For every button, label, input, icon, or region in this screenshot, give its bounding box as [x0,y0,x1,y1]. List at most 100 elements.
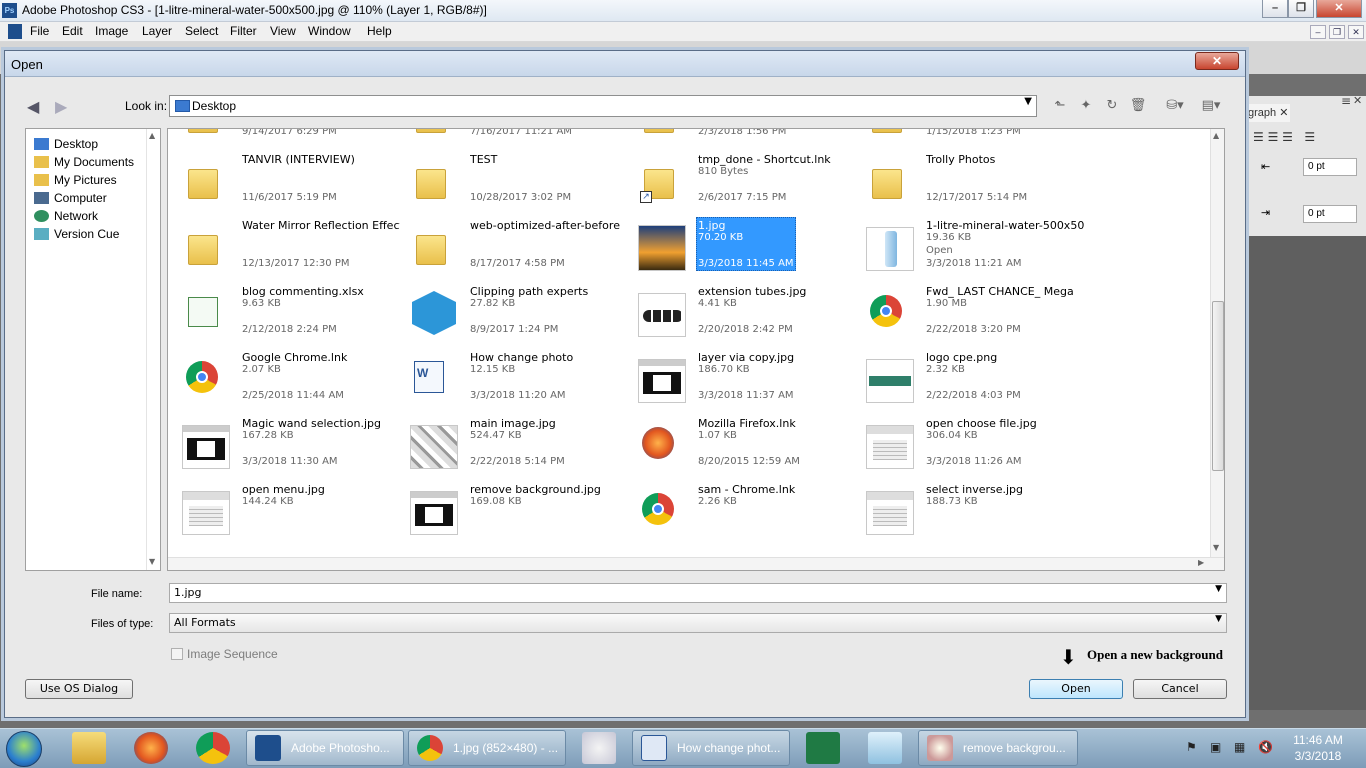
scroll-right-icon[interactable]: ▶ [1198,558,1204,567]
refresh-icon[interactable]: ↻ [1103,97,1121,115]
scroll-up-icon[interactable]: ▲ [149,131,155,140]
align-icons[interactable]: ☰ ☰ ☰ ☰ [1253,130,1315,144]
volume-muted-icon[interactable]: 🔇 [1258,740,1273,754]
menu-file[interactable]: File [30,24,49,38]
file-item[interactable]: Clipping path experts 27.82 KB 8/9/2017 1:… [402,283,630,349]
file-item[interactable]: TANVIR (INTERVIEW) 11/6/2017 5:19 PM [174,151,402,217]
horizontal-scrollbar[interactable]: ▶ [168,557,1224,570]
open-button[interactable]: Open [1029,679,1123,699]
places-sidebar: Desktop My Documents My Pictures Compute… [25,128,161,571]
places-scrollbar[interactable]: ▲ ▼ [146,129,160,570]
file-item[interactable]: Google Chrome.lnk 2.07 KB 2/25/2018 11:44 … [174,349,402,415]
forward-arrow-icon[interactable]: ▶ [55,97,67,116]
place-my-pictures[interactable]: My Pictures [34,171,117,189]
menu-select[interactable]: Select [185,24,218,38]
file-item[interactable]: Fwd_ LAST CHANCE_ Mega 1.90 MB 2/22/2018 3… [858,283,1086,349]
new-folder-icon[interactable]: ✦ [1077,97,1095,115]
explorer-icon[interactable] [72,732,106,764]
menu-window[interactable]: Window [308,24,351,38]
file-item[interactable]: 2/3/2018 1:56 PM [630,129,858,151]
panel-menu-icon[interactable]: ≡ [1341,94,1351,108]
scroll-down-icon[interactable]: ▼ [1213,543,1219,552]
minimize-button[interactable]: – [1262,0,1288,18]
flag-icon[interactable]: ⚑ [1186,740,1200,754]
menu-filter[interactable]: Filter [230,24,257,38]
file-item[interactable]: sam - Chrome.lnk 2.26 KB [630,481,858,547]
task-word-doc[interactable]: How change phot... [632,730,790,766]
file-item[interactable]: 9/14/2017 6:29 PM [174,129,402,151]
firefox-icon[interactable] [134,732,168,764]
close-window-button[interactable]: ✕ [1316,0,1362,18]
menu-layer[interactable]: Layer [142,24,172,38]
chevron-down-icon[interactable]: ▼ [1215,584,1222,594]
task-photoshop[interactable]: Adobe Photosho... [246,730,404,766]
menu-help[interactable]: Help [367,24,392,38]
clock-time[interactable]: 11:46 AM [1292,733,1344,747]
place-network[interactable]: Network [34,207,98,225]
chevron-down-icon[interactable]: ▼ [1215,614,1222,624]
file-item[interactable]: layer via copy.jpg 186.70 KB 3/3/2018 11:3… [630,349,858,415]
file-type-select[interactable]: All Formats ▼ [169,613,1227,633]
paint-tool-icon[interactable] [582,732,616,764]
scroll-down-icon[interactable]: ▼ [149,557,155,566]
file-item[interactable]: 7/16/2017 11:21 AM [402,129,630,151]
panel-tab-paragraph[interactable]: graph ✕ [1246,104,1290,122]
space-after-field[interactable]: 0 pt [1303,205,1357,223]
image-sequence-checkbox[interactable] [171,648,183,660]
file-item[interactable]: ↗ tmp_done - Shortcut.lnk 810 Bytes 2/6/201… [630,151,858,217]
restore-button[interactable]: ❐ [1288,0,1314,18]
delete-icon[interactable]: 🗑 [1129,97,1147,115]
drive-menu-icon[interactable]: ⛁▾ [1161,97,1189,115]
vertical-scrollbar[interactable]: ▲ ▼ [1210,129,1224,557]
file-item[interactable]: select inverse.jpg 188.73 KB [858,481,1086,547]
file-item[interactable]: 1-litre-mineral-water-500x50... 19.36 KB O… [858,217,1086,283]
place-version-cue[interactable]: Version Cue [34,225,119,243]
file-item[interactable]: blog commenting.xlsx 9.63 KB 2/12/2018 2:2… [174,283,402,349]
task-paint[interactable]: remove backgrou... [918,730,1078,766]
file-item[interactable]: Trolly Photos 12/17/2017 5:14 PM [858,151,1086,217]
place-desktop[interactable]: Desktop [34,135,98,153]
file-item[interactable]: Water Mirror Reflection Effect 12/13/2017… [174,217,402,283]
doc-close-button[interactable]: ✕ [1348,25,1364,39]
file-item[interactable]: remove background.jpg 169.08 KB [402,481,630,547]
doc-restore-button[interactable]: ❐ [1329,25,1345,39]
network-tray-icon[interactable]: ▦ [1234,740,1248,754]
doc-minimize-button[interactable]: – [1310,25,1326,39]
scroll-up-icon[interactable]: ▲ [1213,131,1219,140]
menu-edit[interactable]: Edit [62,24,83,38]
chrome-icon[interactable] [196,732,230,764]
file-item[interactable]: Mozilla Firefox.lnk 1.07 KB 8/20/2015 12:5… [630,415,858,481]
file-item[interactable]: TEST 10/28/2017 3:02 PM [402,151,630,217]
file-item[interactable]: logo cpe.png 2.32 KB 2/22/2018 4:03 PM [858,349,1086,415]
clock-date[interactable]: 3/3/2018 [1290,749,1346,763]
file-item[interactable]: 1/15/2018 1:23 PM [858,129,1086,151]
file-item[interactable]: Magic wand selection.jpg 167.28 KB 3/3/201… [174,415,402,481]
use-os-dialog-button[interactable]: Use OS Dialog [25,679,133,699]
notepad-icon[interactable] [868,732,902,764]
menu-view[interactable]: View [270,24,296,38]
dialog-close-button[interactable]: ✕ [1195,52,1239,70]
excel-icon[interactable] [806,732,840,764]
task-chrome-image[interactable]: 1.jpg (852×480) - ... [408,730,566,766]
file-item[interactable]: open choose file.jpg 306.04 KB 3/3/2018 11… [858,415,1086,481]
up-folder-icon[interactable]: ⬑ [1051,97,1069,115]
file-item[interactable]: extension tubes.jpg 4.41 KB 2/20/2018 2:42… [630,283,858,349]
panel-close-icon[interactable]: ✕ [1353,94,1362,107]
look-in-select[interactable]: Desktop ▼ [169,95,1037,117]
place-my-documents[interactable]: My Documents [34,153,134,171]
menu-image[interactable]: Image [95,24,128,38]
scrollbar-thumb[interactable] [1212,301,1224,471]
device-icon[interactable]: ▣ [1210,740,1224,754]
place-computer[interactable]: Computer [34,189,107,207]
start-button[interactable] [6,731,42,767]
view-menu-icon[interactable]: ▤▾ [1197,97,1225,115]
indent-left-field[interactable]: 0 pt [1303,158,1357,176]
back-arrow-icon[interactable]: ◀ [27,97,39,116]
cancel-button[interactable]: Cancel [1133,679,1227,699]
file-name-input[interactable]: 1.jpg ▼ [169,583,1227,603]
file-item[interactable]: W How change photo 12.15 KB 3/3/2018 11:20 … [402,349,630,415]
file-item[interactable]: web-optimized-after-before 8/17/2017 4:58… [402,217,630,283]
file-item[interactable]: main image.jpg 524.47 KB 2/22/2018 5:14 PM [402,415,630,481]
file-item[interactable]: open menu.jpg 144.24 KB [174,481,402,547]
file-item[interactable]: 1.jpg 70.20 KB 3/3/2018 11:45 AM [630,217,858,283]
